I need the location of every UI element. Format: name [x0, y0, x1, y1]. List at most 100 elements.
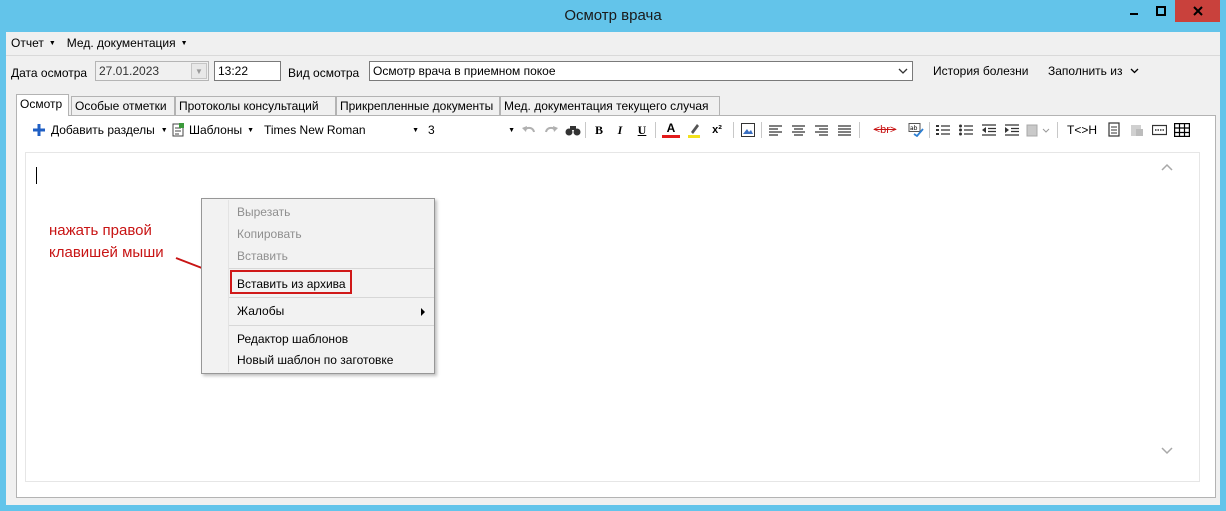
menu-paste[interactable]: Вставить — [237, 249, 288, 265]
font-name-select[interactable]: Times New Roman ▼ — [261, 121, 421, 139]
menu-med-docs[interactable]: Мед. документация ▼ — [62, 36, 194, 50]
vertical-scrollbar[interactable] — [1158, 160, 1176, 474]
menu-cut[interactable]: Вырезать — [237, 205, 290, 221]
toolbar-divider — [1057, 122, 1058, 138]
align-justify-icon[interactable] — [835, 120, 853, 140]
menu-report[interactable]: Отчет ▼ — [6, 36, 62, 50]
annotation-line-2: клавишей мыши — [49, 244, 164, 261]
font-size-select[interactable]: 3 ▼ — [425, 121, 517, 139]
maximize-button[interactable] — [1148, 0, 1174, 22]
tab-panel-examination: Добавить разделы ▼ Шаблоны ▼ Times New R… — [16, 115, 1216, 498]
bold-button[interactable]: B — [590, 120, 608, 140]
annotation-line-1: нажать правой — [49, 222, 152, 239]
add-sections-button[interactable]: Добавить разделы ▼ — [33, 120, 168, 140]
align-right-icon[interactable] — [812, 120, 830, 140]
tab-label: Прикрепленные документы — [340, 99, 494, 113]
submenu-arrow-icon — [421, 308, 425, 316]
align-left-icon[interactable] — [766, 120, 784, 140]
scroll-up-icon[interactable] — [1158, 160, 1176, 174]
title-bar[interactable]: Осмотр врача — [0, 0, 1226, 32]
find-icon[interactable] — [564, 120, 582, 140]
history-button[interactable]: История болезни — [933, 64, 1028, 78]
plus-icon — [33, 124, 45, 136]
close-button[interactable] — [1175, 0, 1220, 22]
fill-from-button[interactable]: Заполнить из — [1048, 64, 1139, 78]
chevron-down-icon — [1130, 68, 1139, 74]
copy-doc-icon[interactable] — [1106, 120, 1124, 140]
caret-down-icon: ▼ — [508, 127, 515, 134]
template-icon — [172, 123, 184, 137]
menu-separator — [229, 268, 434, 269]
fill-from-button-label: Заполнить из — [1048, 64, 1123, 78]
indent-icon[interactable] — [1003, 120, 1021, 140]
menu-bar: Отчет ▼ Мед. документация ▼ — [6, 32, 194, 54]
image-icon[interactable] — [739, 120, 757, 140]
align-center-icon[interactable] — [789, 120, 807, 140]
caret-down-icon: ▼ — [247, 126, 255, 134]
caret-down-icon: ▼ — [180, 39, 188, 47]
time-value: 13:22 — [218, 64, 249, 78]
br-tag-button[interactable]: <br> — [867, 120, 903, 140]
toolbar-divider — [859, 122, 860, 138]
tab-consultations[interactable]: Протоколы консультаций — [175, 96, 336, 115]
font-size-value: 3 — [428, 123, 435, 137]
scroll-down-icon[interactable] — [1158, 444, 1176, 458]
menu-paste-from-archive[interactable]: Вставить из архива — [237, 277, 346, 293]
toolbar-divider — [929, 122, 930, 138]
context-menu: Вырезать Копировать Вставить Вставить из… — [201, 198, 435, 374]
menu-separator — [229, 297, 434, 298]
tab-special-notes[interactable]: Особые отметки — [71, 96, 175, 115]
close-icon — [1192, 6, 1203, 16]
date-picker[interactable]: 27.01.2023 ▼ — [95, 61, 209, 81]
numbered-list-icon[interactable] — [934, 120, 952, 140]
outdent-icon[interactable] — [980, 120, 998, 140]
menu-template-editor[interactable]: Редактор шаблонов — [237, 332, 348, 348]
instruction-annotation: нажать правой клавишей мыши — [49, 220, 164, 264]
visit-type-select[interactable]: Осмотр врача в приемном покое — [369, 61, 913, 81]
font-color-button[interactable]: A — [662, 120, 680, 138]
redo-icon[interactable] — [542, 120, 560, 140]
spellcheck-icon[interactable]: ab — [907, 120, 925, 140]
date-dropdown-icon[interactable]: ▼ — [191, 63, 207, 79]
tab-attached-docs[interactable]: Прикрепленные документы — [336, 96, 500, 115]
toolbar-divider — [585, 122, 586, 138]
paste-icon[interactable] — [1025, 120, 1051, 140]
date-label: Дата осмотра — [11, 66, 88, 80]
clipboard-disabled-icon[interactable] — [1128, 120, 1146, 140]
field-icon[interactable] — [1150, 120, 1168, 140]
menu-complaints[interactable]: Жалобы — [237, 304, 284, 320]
visit-type-value: Осмотр врача в приемном покое — [373, 64, 556, 78]
templates-label: Шаблоны — [189, 123, 243, 137]
superscript-button[interactable]: x² — [708, 120, 726, 140]
templates-button[interactable]: Шаблоны ▼ — [172, 120, 254, 140]
minimize-button[interactable] — [1121, 0, 1147, 22]
tab-label: Осмотр — [20, 97, 63, 111]
menu-gutter — [228, 200, 229, 372]
menu-med-docs-label: Мед. документация — [66, 36, 176, 50]
menu-new-template[interactable]: Новый шаблон по заготовке — [237, 353, 393, 369]
table-icon[interactable] — [1173, 120, 1191, 140]
menu-report-label: Отчет — [11, 36, 44, 50]
tab-current-case-docs[interactable]: Мед. документация текущего случая — [500, 96, 720, 115]
chevron-down-icon[interactable] — [895, 63, 911, 79]
time-field[interactable]: 13:22 — [214, 61, 281, 81]
date-value: 27.01.2023 — [99, 64, 160, 78]
tab-label: Протоколы консультаций — [179, 99, 319, 113]
undo-icon[interactable] — [520, 120, 538, 140]
font-name-value: Times New Roman — [264, 123, 366, 137]
add-sections-label: Добавить разделы — [51, 123, 155, 137]
italic-button[interactable]: I — [611, 120, 629, 140]
toolbar-divider — [733, 122, 734, 138]
menu-separator — [229, 325, 434, 326]
bullet-list-icon[interactable] — [957, 120, 975, 140]
caret-down-icon: ▼ — [48, 39, 56, 47]
caret-down-icon: ▼ — [412, 127, 419, 134]
tab-examination[interactable]: Осмотр — [16, 94, 69, 116]
text-caret — [36, 167, 37, 184]
tab-label: Особые отметки — [75, 99, 167, 113]
menu-copy[interactable]: Копировать — [237, 227, 302, 243]
highlight-icon[interactable] — [685, 120, 703, 140]
underline-button[interactable]: U — [633, 120, 651, 140]
toolbar-divider — [655, 122, 656, 138]
swap-tags-button[interactable]: T<>H — [1063, 120, 1101, 140]
